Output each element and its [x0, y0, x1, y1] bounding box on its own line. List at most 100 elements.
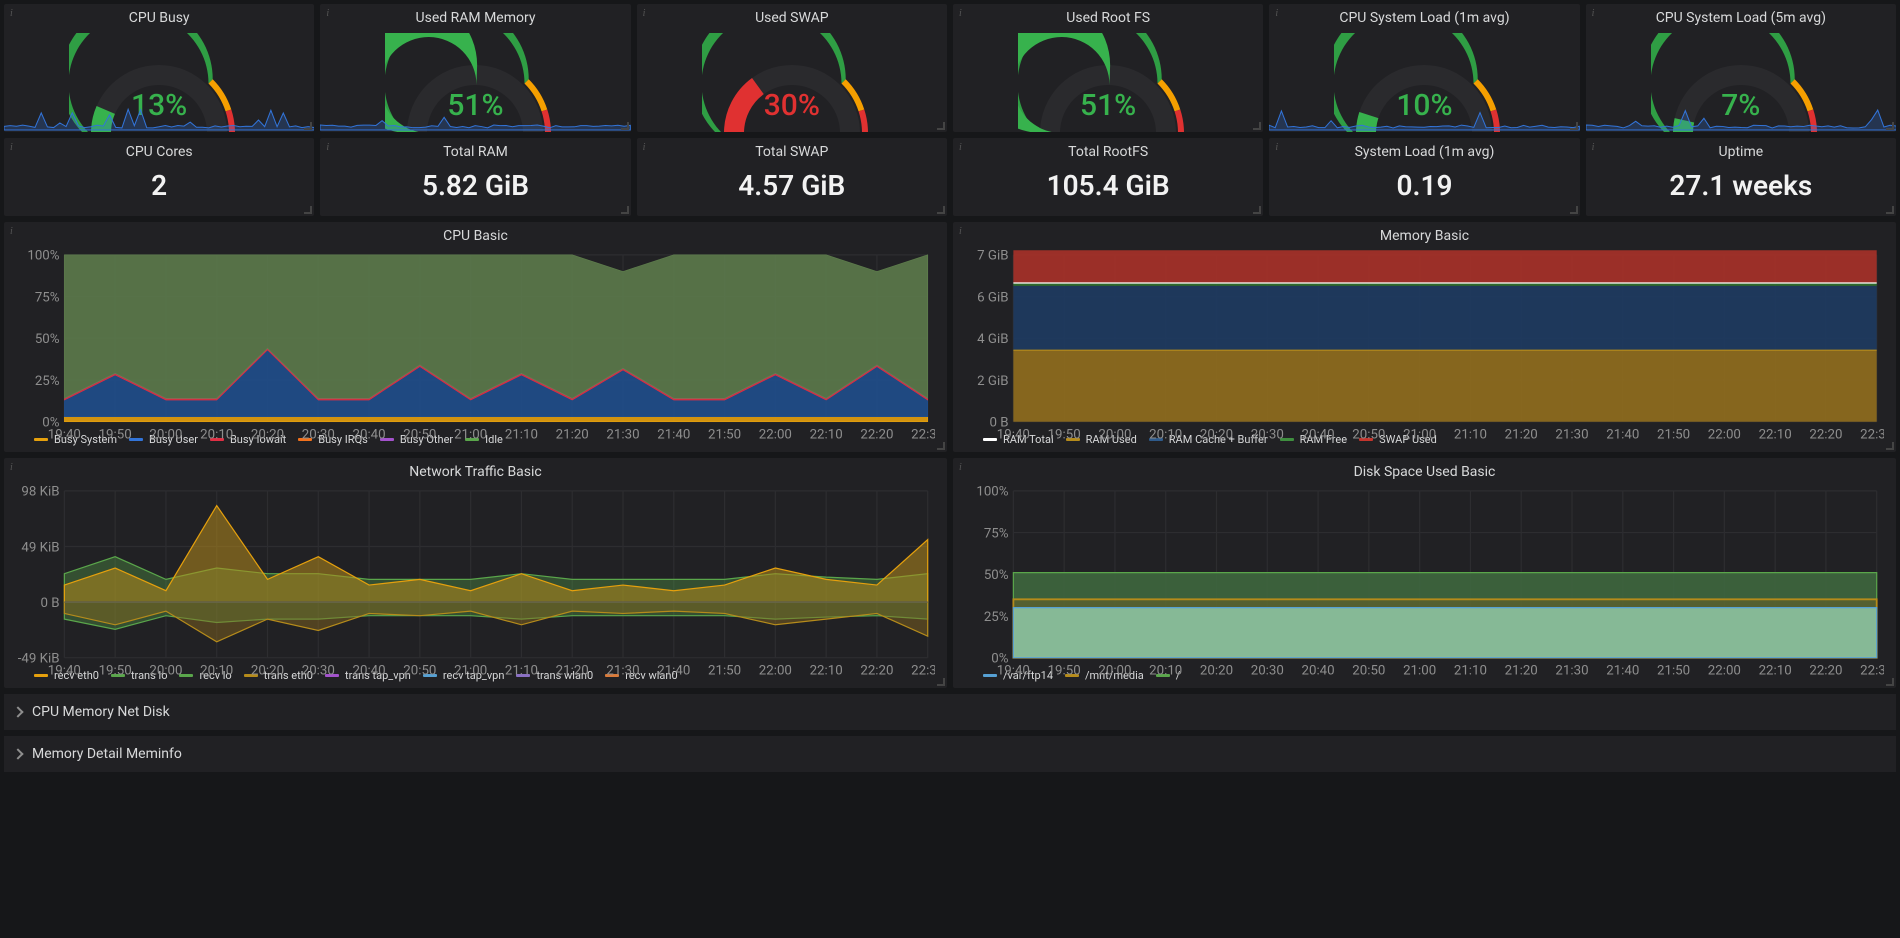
stat-panel[interactable]: i Uptime 27.1 weeks	[1586, 138, 1896, 216]
info-icon[interactable]: i	[326, 8, 329, 19]
stat-panel[interactable]: i Total SWAP 4.57 GiB	[637, 138, 947, 216]
gauge-panel[interactable]: i CPU Busy 13%	[4, 4, 314, 132]
svg-text:19:50: 19:50	[99, 428, 132, 443]
resize-handle[interactable]	[304, 122, 312, 130]
gauge-panel[interactable]: i Used RAM Memory 51%	[320, 4, 630, 132]
info-icon[interactable]: i	[1592, 8, 1595, 19]
gauge: 51%	[1008, 38, 1208, 123]
row-memory-detail-meminfo[interactable]: Memory Detail Meminfo	[4, 736, 1896, 772]
memory-basic-chart[interactable]: 0 B2 GiB4 GiB6 GiB7 GiB19:4019:5020:0020…	[965, 250, 1884, 427]
resize-handle[interactable]	[1253, 122, 1261, 130]
resize-handle[interactable]	[1886, 206, 1894, 214]
disk-space-used-basic-chart[interactable]: 0%25%50%75%100%19:4019:5020:0020:1020:20…	[965, 486, 1884, 663]
panel-title: CPU Cores	[4, 138, 314, 162]
gauge-panel[interactable]: i Used SWAP 30%	[637, 4, 947, 132]
stat-value: 0.19	[1269, 162, 1579, 216]
svg-text:19:50: 19:50	[1048, 664, 1081, 679]
info-icon[interactable]: i	[959, 462, 962, 473]
svg-text:21:40: 21:40	[657, 664, 690, 679]
resize-handle[interactable]	[1253, 206, 1261, 214]
gauge-row: i CPU Busy 13% i Used RAM Memory 51% i U…	[4, 4, 1896, 132]
stat-value: 27.1 weeks	[1586, 162, 1896, 216]
svg-text:20:30: 20:30	[302, 664, 335, 679]
panel-title: CPU System Load (1m avg)	[1269, 4, 1579, 28]
svg-text:98 KiB: 98 KiB	[21, 486, 59, 500]
info-icon[interactable]: i	[10, 8, 13, 19]
panel-title: Used SWAP	[637, 4, 947, 28]
info-icon[interactable]: i	[1275, 142, 1278, 153]
resize-handle[interactable]	[1886, 678, 1894, 686]
svg-text:22:30: 22:30	[911, 428, 935, 443]
svg-text:21:30: 21:30	[1555, 428, 1588, 443]
svg-text:22:10: 22:10	[1759, 428, 1792, 443]
info-icon[interactable]: i	[1592, 142, 1595, 153]
svg-text:20:40: 20:40	[353, 664, 386, 679]
resize-handle[interactable]	[1886, 122, 1894, 130]
svg-text:21:30: 21:30	[606, 428, 639, 443]
svg-text:19:40: 19:40	[48, 664, 81, 679]
svg-text:50%: 50%	[35, 332, 60, 347]
cpu-basic-panel[interactable]: i CPU Basic 0%25%50%75%100%19:4019:5020:…	[4, 222, 947, 452]
svg-text:22:00: 22:00	[759, 664, 792, 679]
network-traffic-basic-chart[interactable]: -49 KiB0 B49 KiB98 KiB19:4019:5020:0020:…	[16, 486, 935, 663]
resize-handle[interactable]	[1886, 442, 1894, 450]
svg-text:22:20: 22:20	[1809, 428, 1842, 443]
svg-text:22:00: 22:00	[759, 428, 792, 443]
svg-text:20:20: 20:20	[251, 664, 284, 679]
info-icon[interactable]: i	[643, 8, 646, 19]
svg-text:2 GiB: 2 GiB	[977, 374, 1008, 389]
svg-text:20:30: 20:30	[1251, 428, 1284, 443]
resize-handle[interactable]	[1570, 206, 1578, 214]
svg-text:75%: 75%	[35, 290, 60, 305]
svg-text:21:10: 21:10	[505, 428, 538, 443]
info-icon[interactable]: i	[643, 142, 646, 153]
resize-handle[interactable]	[937, 678, 945, 686]
panel-title: Network Traffic Basic	[4, 458, 947, 482]
svg-text:0 B: 0 B	[40, 596, 59, 611]
stat-row: i CPU Cores 2 i Total RAM 5.82 GiB i Tot…	[4, 138, 1896, 216]
info-icon[interactable]: i	[959, 226, 962, 237]
memory-basic-panel[interactable]: i Memory Basic 0 B2 GiB4 GiB6 GiB7 GiB19…	[953, 222, 1896, 452]
info-icon[interactable]: i	[959, 8, 962, 19]
svg-text:21:40: 21:40	[657, 428, 690, 443]
row-cpu-memory-net-disk[interactable]: CPU Memory Net Disk	[4, 694, 1896, 730]
resize-handle[interactable]	[621, 122, 629, 130]
resize-handle[interactable]	[937, 206, 945, 214]
info-icon[interactable]: i	[959, 142, 962, 153]
svg-text:21:40: 21:40	[1606, 428, 1639, 443]
svg-text:100%: 100%	[976, 486, 1008, 500]
panel-title: CPU Busy	[4, 4, 314, 28]
info-icon[interactable]: i	[10, 226, 13, 237]
stat-panel[interactable]: i Total RAM 5.82 GiB	[320, 138, 630, 216]
svg-text:21:00: 21:00	[1403, 428, 1436, 443]
svg-text:21:10: 21:10	[1454, 664, 1487, 679]
svg-text:19:40: 19:40	[48, 428, 81, 443]
network-traffic-basic-panel[interactable]: i Network Traffic Basic -49 KiB0 B49 KiB…	[4, 458, 947, 688]
gauge: 30%	[692, 38, 892, 123]
svg-text:20:00: 20:00	[1098, 664, 1131, 679]
resize-handle[interactable]	[937, 122, 945, 130]
svg-text:21:10: 21:10	[1454, 428, 1487, 443]
info-icon[interactable]: i	[326, 142, 329, 153]
disk-space-used-basic-panel[interactable]: i Disk Space Used Basic 0%25%50%75%100%1…	[953, 458, 1896, 688]
svg-text:20:50: 20:50	[403, 428, 436, 443]
resize-handle[interactable]	[1570, 122, 1578, 130]
gauge-panel[interactable]: i Used Root FS 51%	[953, 4, 1263, 132]
info-icon[interactable]: i	[10, 462, 13, 473]
stat-panel[interactable]: i System Load (1m avg) 0.19	[1269, 138, 1579, 216]
svg-text:21:00: 21:00	[454, 428, 487, 443]
panel-title: Disk Space Used Basic	[953, 458, 1896, 482]
svg-text:20:40: 20:40	[1302, 664, 1335, 679]
cpu-basic-chart[interactable]: 0%25%50%75%100%19:4019:5020:0020:1020:20…	[16, 250, 935, 427]
resize-handle[interactable]	[621, 206, 629, 214]
resize-handle[interactable]	[937, 442, 945, 450]
stat-panel[interactable]: i CPU Cores 2	[4, 138, 314, 216]
svg-text:22:30: 22:30	[911, 664, 935, 679]
stat-panel[interactable]: i Total RootFS 105.4 GiB	[953, 138, 1263, 216]
gauge-panel[interactable]: i CPU System Load (5m avg) 7%	[1586, 4, 1896, 132]
resize-handle[interactable]	[304, 206, 312, 214]
gauge-panel[interactable]: i CPU System Load (1m avg) 10%	[1269, 4, 1579, 132]
info-icon[interactable]: i	[10, 142, 13, 153]
svg-text:6 GiB: 6 GiB	[977, 290, 1008, 305]
info-icon[interactable]: i	[1275, 8, 1278, 19]
